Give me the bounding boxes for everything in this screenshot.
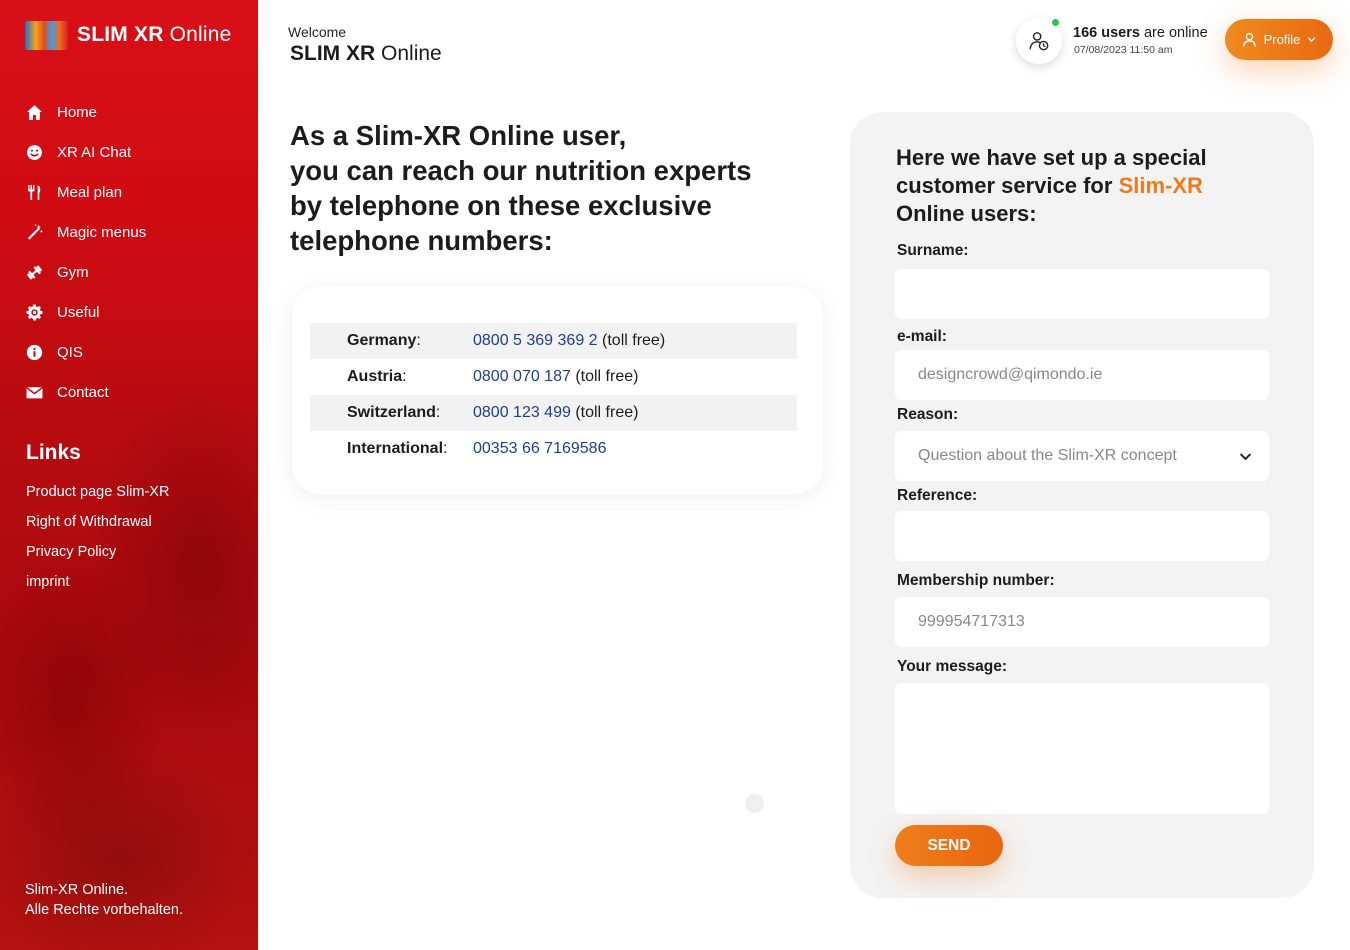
online-users-text: 166 users are online	[1073, 25, 1208, 41]
nav-item-label: Contact	[57, 383, 109, 401]
nav-item-meal-plan[interactable]: Meal plan	[0, 172, 258, 212]
phone-link[interactable]: 0800 5 369 369 2	[473, 332, 598, 349]
nav-item-label: Meal plan	[57, 183, 123, 201]
membership-label: Membership number:	[897, 572, 1055, 589]
nav-item-label: QIS	[57, 343, 83, 361]
phone-link[interactable]: 0800 070 187	[473, 368, 571, 385]
surname-label: Surname:	[897, 242, 969, 259]
gear-icon	[25, 303, 43, 321]
link-right-of-withdrawal[interactable]: Right of Withdrawal	[26, 512, 169, 542]
table-row: Austria: 0800 070 187 (toll free)	[347, 368, 639, 385]
email-label: e-mail:	[897, 328, 947, 345]
sidebar-footer: Slim-XR Online. Alle Rechte vorbehalten.	[25, 880, 183, 920]
chevron-down-icon	[1239, 453, 1252, 461]
message-label: Your message:	[897, 658, 1007, 675]
profile-label: Profile	[1263, 32, 1301, 47]
online-status-dot	[1051, 18, 1060, 27]
nav-item-useful[interactable]: Useful	[0, 292, 258, 332]
user-icon	[1242, 32, 1256, 47]
smiley-icon	[25, 143, 43, 161]
reference-label: Reference:	[897, 487, 978, 504]
country-name: International	[347, 440, 444, 457]
reference-input[interactable]	[895, 511, 1269, 561]
envelope-icon	[25, 383, 43, 401]
welcome-brand: SLIM XR Online	[290, 42, 442, 65]
phone-note: (toll free)	[602, 332, 666, 349]
reason-select[interactable]: Question about the Slim-XR concept	[895, 431, 1269, 481]
country-name: Germany	[347, 332, 417, 349]
profile-button[interactable]: Profile	[1225, 19, 1333, 60]
nav-item-label: Magic menus	[57, 223, 147, 241]
link-imprint[interactable]: imprint	[26, 572, 169, 602]
phone-numbers-table: Germany: 0800 5 369 369 2 (toll free) Au…	[310, 323, 797, 467]
link-privacy-policy[interactable]: Privacy Policy	[26, 542, 169, 572]
country-name: Switzerland	[347, 404, 436, 421]
nav-item-label: XR AI Chat	[57, 143, 132, 161]
nav-item-label: Home	[57, 103, 98, 121]
phone-note: (toll free)	[575, 404, 639, 421]
welcome-label: Welcome	[288, 24, 347, 40]
reason-label: Reason:	[897, 406, 959, 423]
table-row: Germany: 0800 5 369 369 2 (toll free)	[310, 323, 797, 359]
nav-item-qis[interactable]: QIS	[0, 332, 258, 372]
reason-selected-value: Question about the Slim-XR concept	[918, 447, 1177, 464]
page-heading: As a Slim-XR Online user, you can reach …	[290, 120, 752, 256]
info-icon	[25, 343, 43, 361]
online-status-button[interactable]	[1016, 18, 1062, 64]
cutlery-icon	[25, 183, 43, 201]
phone-numbers-card: Germany: 0800 5 369 369 2 (toll free) Au…	[292, 287, 823, 494]
phone-link[interactable]: 00353 66 7169586	[473, 440, 606, 457]
form-title: Here we have set up a special customer s…	[896, 145, 1207, 226]
table-row: Switzerland: 0800 123 499 (toll free)	[310, 395, 797, 431]
membership-input[interactable]: 999954717313	[895, 597, 1269, 647]
main-nav: Home XR AI Chat Meal plan Magic menus Gy…	[0, 92, 258, 412]
decorative-dot	[745, 794, 764, 813]
sidebar: SLIM XR Online Home XR AI Chat Meal plan…	[0, 0, 258, 950]
brand-name: SLIM XR Online	[77, 23, 232, 46]
surname-input[interactable]	[895, 269, 1269, 319]
nav-item-label: Gym	[57, 263, 89, 281]
nav-item-gym[interactable]: Gym	[0, 252, 258, 292]
phone-link[interactable]: 0800 123 499	[473, 404, 571, 421]
home-icon	[25, 103, 43, 121]
send-button[interactable]: SEND	[895, 825, 1003, 866]
country-name: Austria	[347, 368, 403, 385]
brand-logo-link[interactable]: SLIM XR Online	[25, 20, 232, 50]
link-product-page[interactable]: Product page Slim-XR	[26, 482, 169, 512]
chevron-down-icon	[1308, 37, 1316, 43]
nav-item-label: Useful	[57, 303, 100, 321]
dumbbell-icon	[25, 263, 43, 281]
online-datetime: 07/08/2023 11:50 am	[1074, 44, 1173, 56]
nav-item-xr-ai-chat[interactable]: XR AI Chat	[0, 132, 258, 172]
links-list: Product page Slim-XR Right of Withdrawal…	[26, 482, 169, 602]
phone-note: (toll free)	[575, 368, 639, 385]
footer-line-1: Slim-XR Online.	[25, 882, 129, 898]
user-clock-icon	[1029, 32, 1049, 51]
links-heading: Links	[26, 441, 81, 464]
email-input[interactable]: designcrowd@qimondo.ie	[895, 350, 1269, 400]
footer-line-2: Alle Rechte vorbehalten.	[25, 902, 183, 918]
magic-wand-icon	[25, 223, 43, 241]
brand-logo-image	[25, 20, 68, 50]
nav-item-home[interactable]: Home	[0, 92, 258, 132]
table-row: International: 00353 66 7169586	[347, 440, 607, 457]
nav-item-magic-menus[interactable]: Magic menus	[0, 212, 258, 252]
contact-form-panel: Here we have set up a special customer s…	[850, 112, 1314, 898]
message-textarea[interactable]	[895, 683, 1269, 814]
nav-item-contact[interactable]: Contact	[0, 372, 258, 412]
